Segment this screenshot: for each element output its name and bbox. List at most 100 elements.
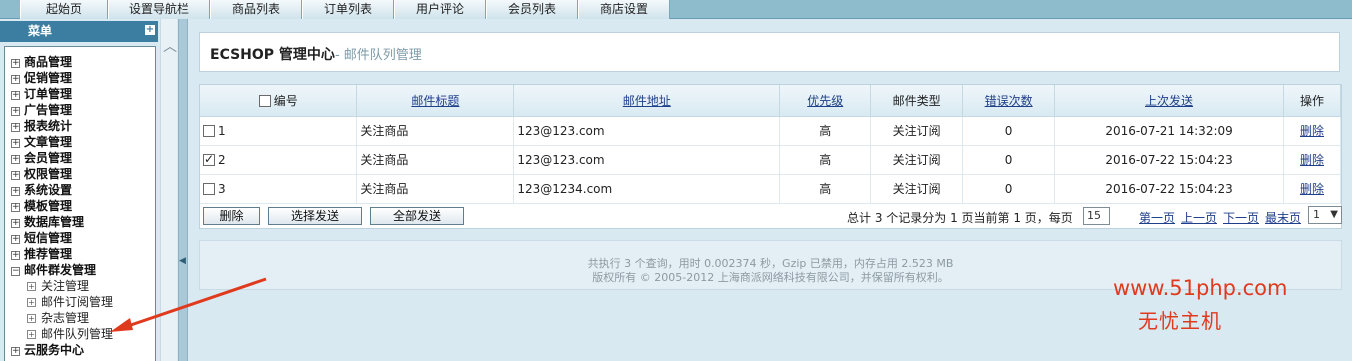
cell-id: 2 xyxy=(200,145,358,175)
col-mail-type: 邮件类型 xyxy=(870,85,964,117)
page-header: ECSHOP 管理中心- 邮件队列管理 xyxy=(199,32,1340,72)
delete-link[interactable]: 删除 xyxy=(1300,182,1324,196)
send-selected-button[interactable]: 选择发送 xyxy=(268,207,362,225)
item-icon: + xyxy=(27,314,36,323)
menu-item-permissions[interactable]: + 权限管理 xyxy=(11,166,72,182)
cell-priority: 高 xyxy=(779,145,872,175)
delete-button[interactable]: 删除 xyxy=(203,207,260,225)
expand-icon: + xyxy=(11,234,20,244)
pager-summary: 总计 3 个记录分为 1 页当前第 1 页，每页 xyxy=(847,211,1073,225)
menu-item-reports[interactable]: + 报表统计 xyxy=(11,118,72,134)
table-row: 2 关注商品 123@123.com 高 关注订阅 0 2016-07-22 1… xyxy=(200,145,1342,175)
col-priority[interactable]: 优先级 xyxy=(779,85,872,117)
watermark-text: 无忧主机 xyxy=(1138,309,1222,333)
chevron-down-icon: ▼ xyxy=(1330,209,1338,220)
expand-icon: + xyxy=(11,170,20,180)
top-nav-bar: 起始页 设置导航栏 商品列表 订单列表 用户评论 会员列表 商店设置 xyxy=(0,0,1352,19)
cell-priority: 高 xyxy=(779,174,872,204)
item-icon: + xyxy=(27,298,36,307)
scroll-up-icon[interactable]: ︿ xyxy=(163,36,177,56)
expand-icon: + xyxy=(11,90,20,100)
cell-email: 123@123.com xyxy=(513,145,781,175)
menu-toggle-icon[interactable]: + xyxy=(145,25,155,35)
expand-icon: + xyxy=(11,106,20,116)
menu-title: 菜单 xyxy=(27,24,52,38)
cell-errors: 0 xyxy=(962,145,1056,175)
watermark-url: www.51php.com xyxy=(1113,276,1288,300)
page-select[interactable]: 1 ▼ xyxy=(1308,206,1342,224)
expand-icon: + xyxy=(11,74,20,84)
menu-item-promotion[interactable]: + 促销管理 xyxy=(11,70,72,86)
table-row: 3 关注商品 123@1234.com 高 关注订阅 0 2016-07-22 … xyxy=(200,174,1342,204)
cell-errors: 0 xyxy=(962,116,1056,146)
cell-email: 123@123.com xyxy=(513,116,781,146)
expand-icon: + xyxy=(11,58,20,68)
cell-last-sent: 2016-07-22 15:04:23 xyxy=(1054,145,1284,175)
cell-last-sent: 2016-07-21 14:32:09 xyxy=(1054,116,1284,146)
cell-action: 删除 xyxy=(1283,145,1342,175)
delete-link[interactable]: 删除 xyxy=(1300,124,1324,138)
cell-title: 关注商品 xyxy=(356,116,515,146)
send-all-button[interactable]: 全部发送 xyxy=(370,207,464,225)
col-error-count[interactable]: 错误次数 xyxy=(962,85,1056,117)
col-id[interactable]: 编号 xyxy=(200,85,358,117)
cell-id: 1 xyxy=(200,116,358,146)
col-last-sent[interactable]: 上次发送 xyxy=(1054,85,1284,117)
cell-type: 关注订阅 xyxy=(870,145,964,175)
tab-start-page[interactable]: 起始页 xyxy=(20,0,108,19)
col-mail-address[interactable]: 邮件地址 xyxy=(513,85,781,117)
collapse-icon: − xyxy=(11,266,20,276)
menu-item-articles[interactable]: + 文章管理 xyxy=(11,134,72,150)
expand-icon: + xyxy=(11,218,20,228)
last-page-link[interactable]: 最末页 xyxy=(1265,209,1301,226)
tab-store-settings[interactable]: 商店设置 xyxy=(578,0,670,19)
table-row: 1 关注商品 123@123.com 高 关注订阅 0 2016-07-21 1… xyxy=(200,116,1342,146)
expand-icon: + xyxy=(11,186,20,196)
expand-icon: + xyxy=(11,202,20,212)
tab-order-list[interactable]: 订单列表 xyxy=(302,0,394,19)
tab-nav-settings[interactable]: 设置导航栏 xyxy=(108,0,210,19)
cell-priority: 高 xyxy=(779,116,872,146)
page-size-input[interactable]: 15 xyxy=(1083,207,1110,225)
select-all-checkbox[interactable] xyxy=(258,94,271,107)
col-actions: 操作 xyxy=(1283,85,1342,117)
tab-product-list[interactable]: 商品列表 xyxy=(210,0,302,19)
menu-item-templates[interactable]: + 模板管理 xyxy=(11,198,72,214)
collapse-arrow-icon[interactable]: ◀ xyxy=(179,256,187,268)
cell-type: 关注订阅 xyxy=(870,116,964,146)
cell-title: 关注商品 xyxy=(356,145,515,175)
menu-item-mail-mass[interactable]: − 邮件群发管理 xyxy=(11,262,96,278)
menu-item-cloud[interactable]: + 云服务中心 xyxy=(11,342,84,358)
delete-link[interactable]: 删除 xyxy=(1300,153,1324,167)
row-checkbox[interactable] xyxy=(203,152,215,166)
menu-header: 菜单 xyxy=(0,21,158,42)
tab-user-comments[interactable]: 用户评论 xyxy=(394,0,486,19)
tab-member-list[interactable]: 会员列表 xyxy=(486,0,578,19)
cell-action: 删除 xyxy=(1283,174,1342,204)
submenu-item-follow[interactable]: + 关注管理 xyxy=(27,278,89,294)
cell-type: 关注订阅 xyxy=(870,174,964,204)
menu-item-system[interactable]: + 系统设置 xyxy=(11,182,72,198)
expand-icon: + xyxy=(11,122,20,132)
submenu-item-magazine[interactable]: + 杂志管理 xyxy=(27,310,89,326)
mail-queue-table: 编号 邮件标题 邮件地址 优先级 邮件类型 错误次数 上次发送 操作 1 关注商… xyxy=(200,85,1342,204)
row-checkbox[interactable] xyxy=(203,124,215,137)
row-checkbox[interactable] xyxy=(203,182,215,195)
cell-email: 123@1234.com xyxy=(513,174,781,204)
menu-item-goods[interactable]: + 商品管理 xyxy=(11,54,72,70)
first-page-link[interactable]: 第一页 xyxy=(1139,209,1175,226)
table-header-row: 编号 邮件标题 邮件地址 优先级 邮件类型 错误次数 上次发送 操作 xyxy=(200,85,1342,117)
menu-item-recommend[interactable]: + 推荐管理 xyxy=(11,246,72,262)
menu-item-orders[interactable]: + 订单管理 xyxy=(11,86,72,102)
menu-item-ads[interactable]: + 广告管理 xyxy=(11,102,72,118)
cell-title: 关注商品 xyxy=(356,174,515,204)
expand-icon: + xyxy=(11,250,20,260)
menu-item-members[interactable]: + 会员管理 xyxy=(11,150,72,166)
col-mail-title[interactable]: 邮件标题 xyxy=(356,85,515,117)
cell-id: 3 xyxy=(200,174,358,204)
menu-item-database[interactable]: + 数据库管理 xyxy=(11,214,84,230)
next-page-link[interactable]: 下一页 xyxy=(1223,209,1259,226)
menu-item-sms[interactable]: + 短信管理 xyxy=(11,230,72,246)
prev-page-link[interactable]: 上一页 xyxy=(1181,209,1217,226)
item-icon: + xyxy=(27,282,36,291)
